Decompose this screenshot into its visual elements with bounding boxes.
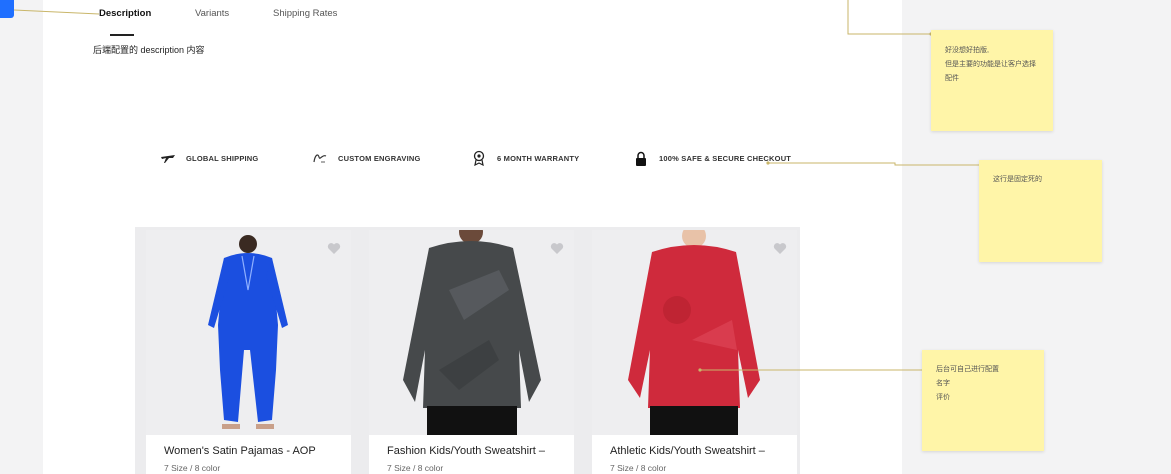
note-line: 评价 [936, 394, 950, 401]
feature-strip: GLOBAL SHIPPING CUSTOM ENGRAVING 6 MONTH… [160, 150, 810, 168]
tab-shipping-rates[interactable]: Shipping Rates [273, 8, 337, 19]
lock-icon [633, 150, 649, 166]
selection-marker[interactable] [0, 0, 14, 18]
note-line: 但是主要的功能是让客户选择 [945, 61, 1036, 68]
canvas-background [0, 0, 43, 474]
feature-warranty: 6 MONTH WARRANTY [471, 150, 579, 166]
product-image [369, 230, 574, 435]
favorite-heart-icon[interactable] [550, 242, 564, 256]
product-title[interactable]: Fashion Kids/Youth Sweatshirt – [387, 445, 545, 457]
product-title[interactable]: Women's Satin Pajamas - AOP [164, 445, 316, 457]
product-variant-summary: 7 Size / 8 color [610, 463, 667, 473]
feature-custom-engraving: CUSTOM ENGRAVING [312, 150, 421, 166]
favorite-heart-icon[interactable] [327, 242, 341, 256]
product-image [146, 230, 351, 435]
product-card[interactable]: Athletic Kids/Youth Sweatshirt – 7 Size … [592, 230, 797, 474]
note-line: 后台可自己进行配置 [936, 366, 999, 373]
product-image [592, 230, 797, 435]
active-tab-indicator [110, 34, 134, 36]
sticky-note[interactable]: 好没想好拍版, 但是主要的功能是让客户选择 配件 [931, 30, 1053, 131]
feature-label: 100% SAFE & SECURE CHECKOUT [659, 153, 792, 163]
airplane-icon [160, 150, 176, 166]
product-variant-summary: 7 Size / 8 color [164, 463, 221, 473]
note-line: 这行是固定死的 [993, 176, 1042, 183]
tab-variants[interactable]: Variants [195, 8, 229, 19]
product-card[interactable]: Fashion Kids/Youth Sweatshirt – 7 Size /… [369, 230, 574, 474]
feature-global-shipping: GLOBAL SHIPPING [160, 150, 258, 166]
favorite-heart-icon[interactable] [773, 242, 787, 256]
warranty-badge-icon [471, 150, 487, 166]
sticky-note[interactable]: 这行是固定死的 [979, 160, 1102, 262]
feature-secure-checkout: 100% SAFE & SECURE CHECKOUT [633, 150, 791, 166]
product-grid: Women's Satin Pajamas - AOP 7 Size / 8 c… [135, 227, 800, 474]
sticky-note[interactable]: 后台可自己进行配置 名字 评价 [922, 350, 1044, 451]
feature-label: CUSTOM ENGRAVING [338, 153, 421, 163]
note-line: 名字 [936, 380, 950, 387]
product-title[interactable]: Athletic Kids/Youth Sweatshirt – [610, 445, 765, 457]
description-content: 后端配置的 description 内容 [93, 45, 205, 55]
feature-label: 6 MONTH WARRANTY [497, 153, 580, 163]
note-line: 好没想好拍版, [945, 47, 989, 54]
tab-description[interactable]: Description [99, 8, 151, 19]
engraving-icon [312, 150, 328, 166]
note-line: 配件 [945, 75, 959, 82]
product-card[interactable]: Women's Satin Pajamas - AOP 7 Size / 8 c… [146, 230, 351, 474]
product-variant-summary: 7 Size / 8 color [387, 463, 444, 473]
feature-label: GLOBAL SHIPPING [186, 153, 259, 163]
